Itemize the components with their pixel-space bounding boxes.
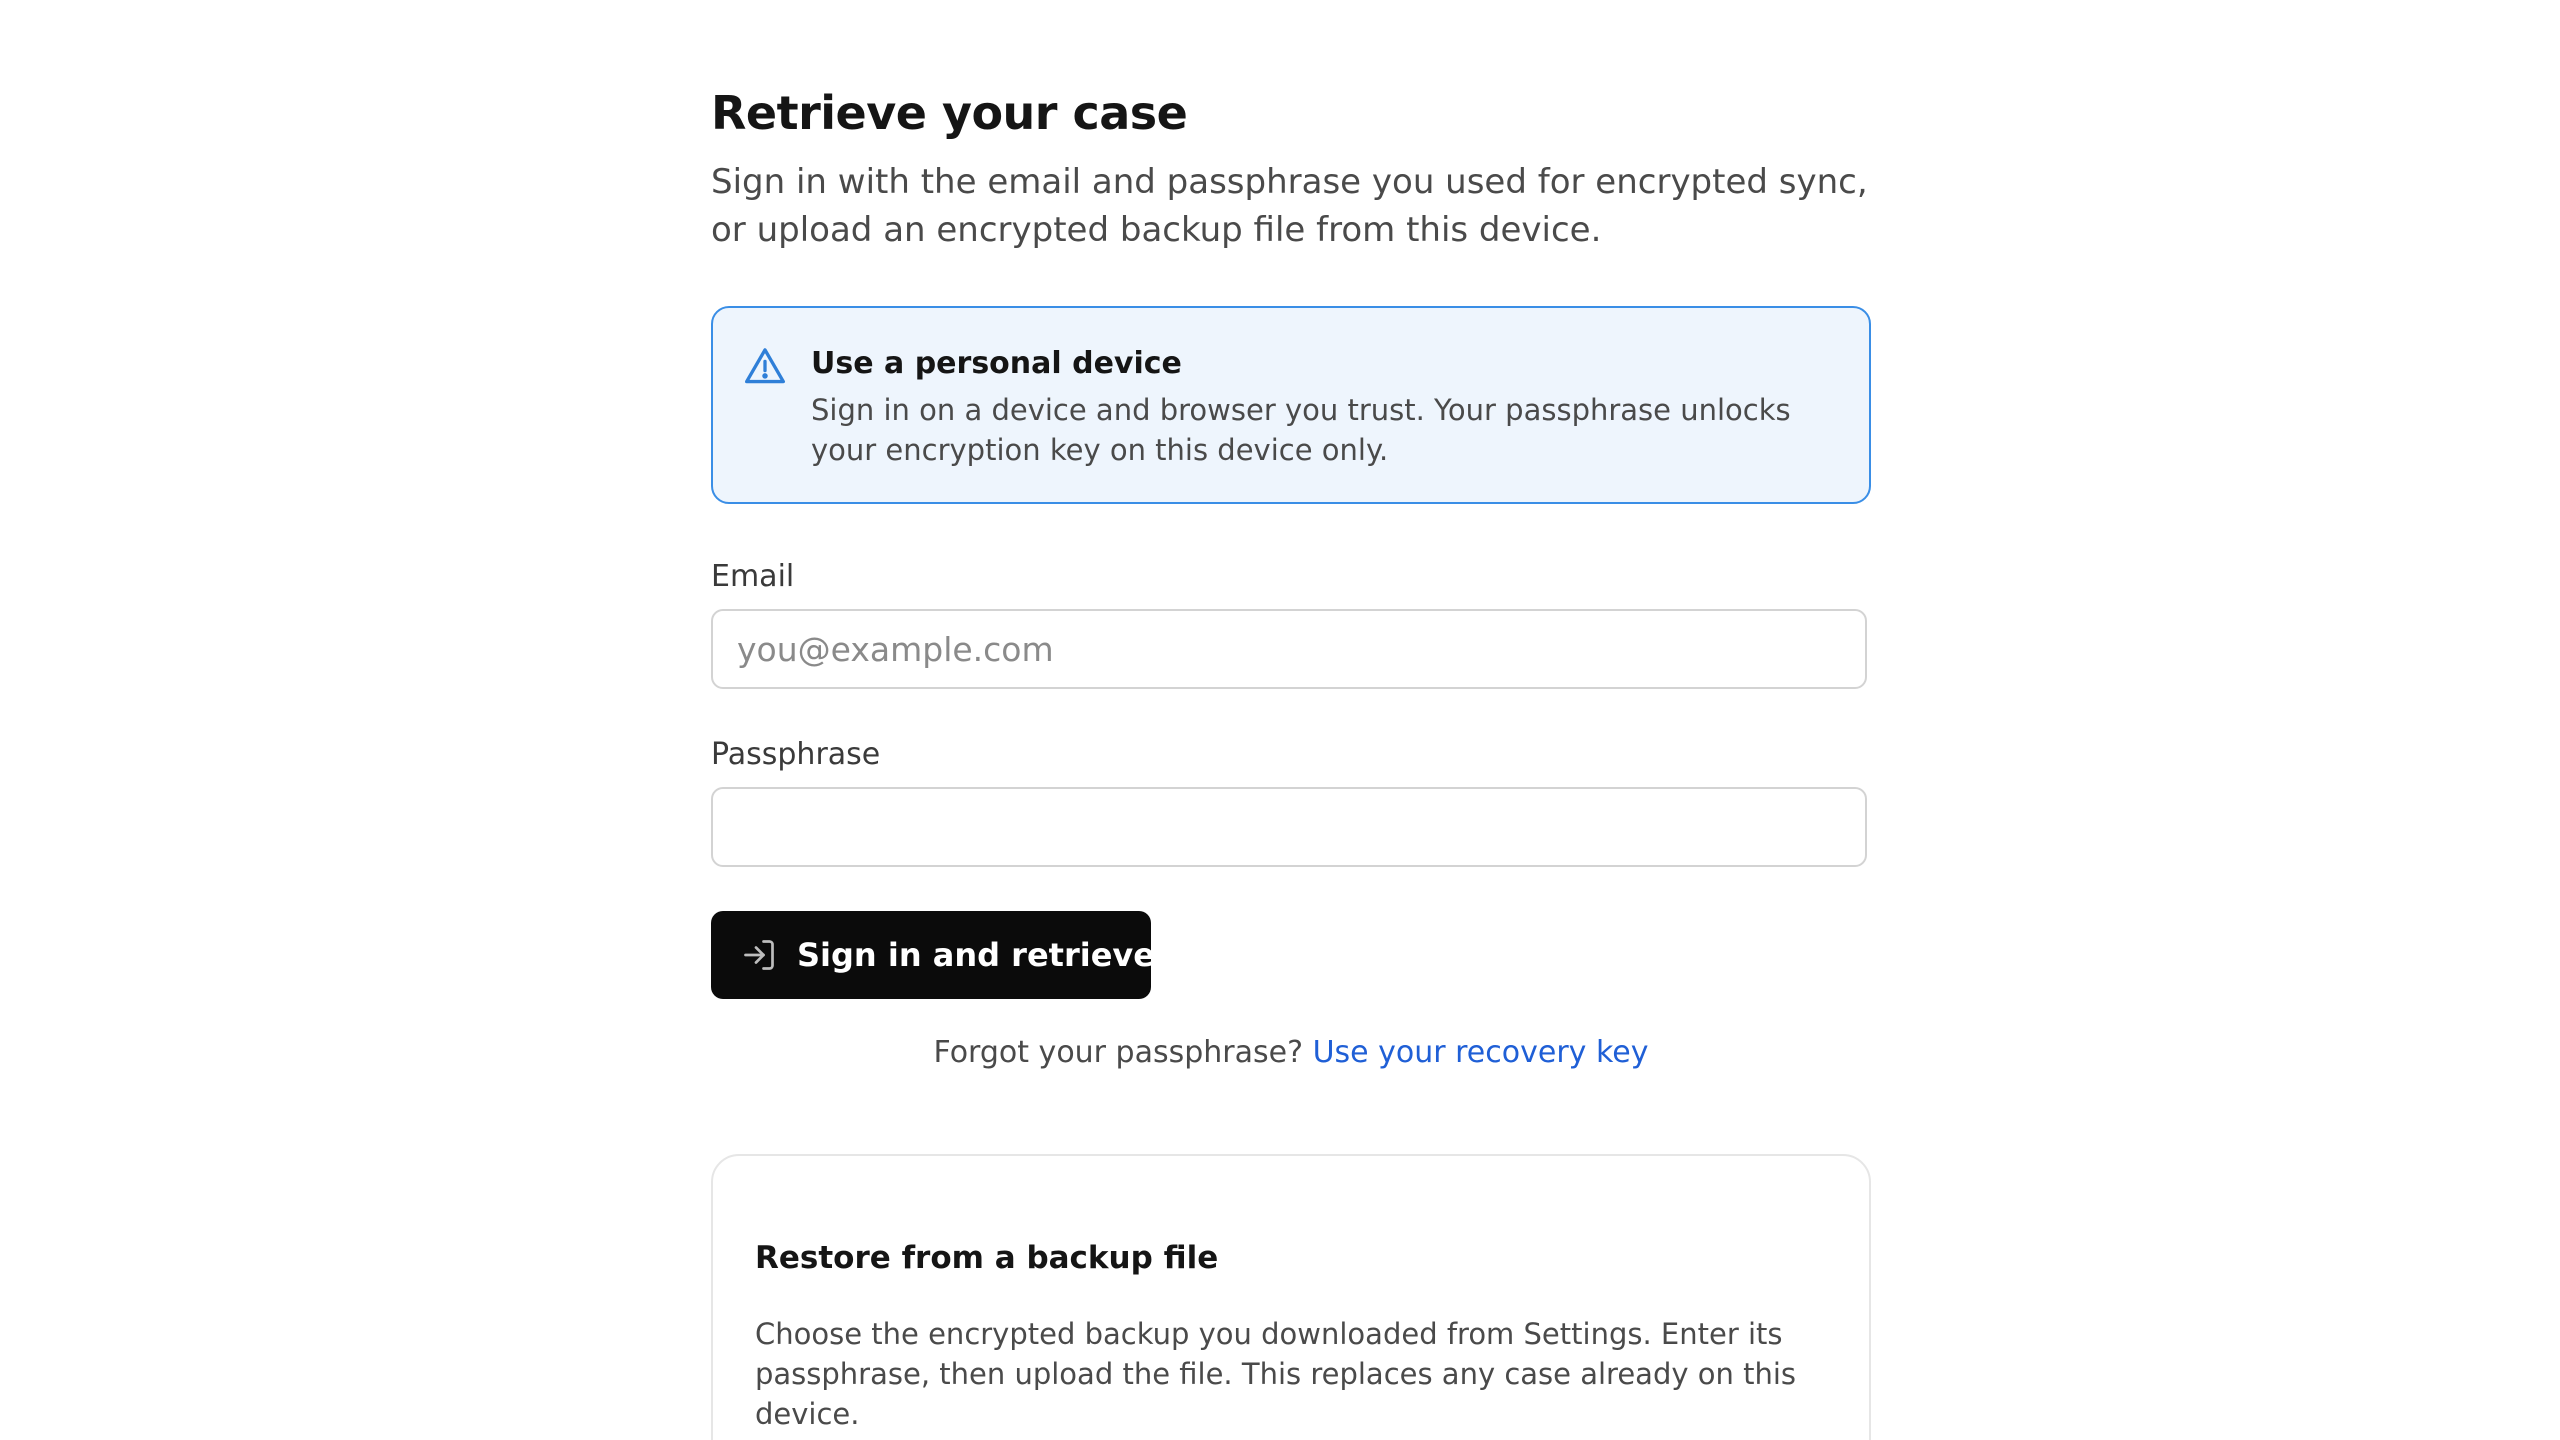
backup-restore-card: Restore from a backup file Choose the en… [711, 1154, 1871, 1440]
page-subtitle: Sign in with the email and passphrase yo… [711, 162, 1868, 250]
sign-in-and-retrieve-button[interactable]: Sign in and retrieve [711, 911, 1155, 999]
personal-device-notice: Use a personal device Sign in on a devic… [711, 306, 1871, 504]
sign-in-button-label: Sign in and retrieve [797, 936, 1155, 974]
recovery-key-link[interactable]: Use your recovery key [1313, 1035, 1649, 1070]
warning-triangle-icon [745, 348, 785, 384]
recovery-row: Forgot your passphrase? Use your recover… [711, 1032, 1871, 1074]
forgot-passphrase-text: Forgot your passphrase? [933, 1035, 1313, 1070]
backup-title: Restore from a backup file [755, 1240, 1219, 1276]
page-title: Retrieve your case [711, 86, 1188, 140]
page: Retrieve your case Sign in with the emai… [0, 0, 2560, 1440]
passphrase-field[interactable] [711, 787, 1867, 867]
notice-title: Use a personal device [811, 346, 1182, 381]
passphrase-label: Passphrase [711, 737, 881, 772]
email-field[interactable] [711, 609, 1867, 689]
sign-in-arrow-icon [744, 940, 774, 970]
notice-text: Sign in on a device and browser you trus… [811, 393, 1791, 467]
email-label: Email [711, 559, 795, 594]
backup-description: Choose the encrypted backup you download… [755, 1317, 1796, 1431]
